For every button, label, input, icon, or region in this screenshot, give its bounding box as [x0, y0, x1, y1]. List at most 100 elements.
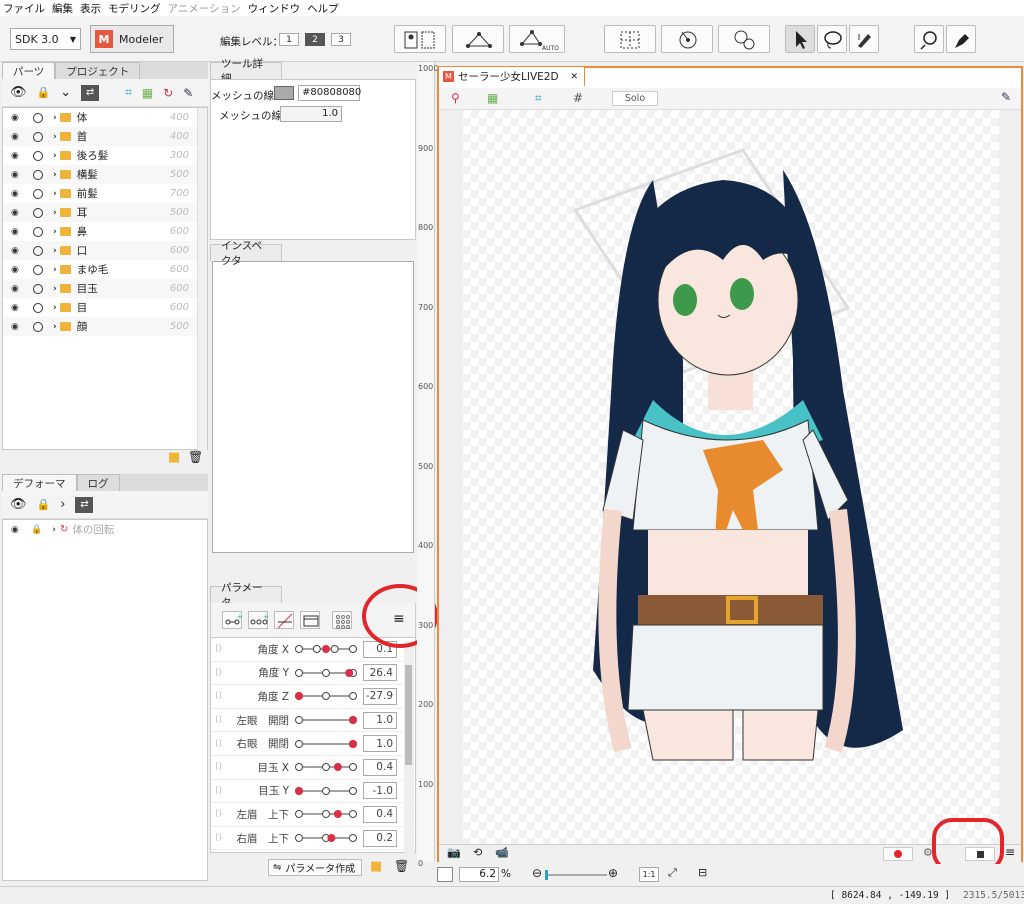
deformer-warp-button[interactable]	[604, 25, 656, 53]
close-icon[interactable]: ✕	[570, 72, 578, 82]
radio-circle-icon[interactable]	[33, 150, 43, 161]
radio-circle-icon[interactable]	[33, 283, 43, 294]
add-key-icon[interactable]: +	[222, 611, 243, 629]
eye-icon[interactable]: ◉	[11, 303, 21, 313]
visibility-eye-icon[interactable]: 👁	[10, 85, 27, 100]
radio-circle-icon[interactable]	[33, 112, 43, 123]
parameter-slider[interactable]	[295, 714, 357, 726]
menu-item-1[interactable]: 編集	[52, 1, 73, 16]
tab-parts[interactable]: パーツ	[2, 62, 56, 79]
chevron-right-icon[interactable]: ›	[53, 322, 57, 332]
part-row[interactable]: ◉ › 耳 500	[3, 203, 197, 222]
radio-circle-icon[interactable]	[33, 131, 43, 142]
fit-screen-icon[interactable]: ⤢	[668, 866, 677, 880]
trash-icon[interactable]: 🗑	[394, 859, 409, 873]
camera-add-icon[interactable]: 📹	[495, 846, 509, 859]
parameter-slider[interactable]	[295, 785, 357, 797]
part-row[interactable]: ◉ › 顔 500	[3, 317, 197, 336]
part-row[interactable]: ◉ › 鼻 600	[3, 222, 197, 241]
swap-icon[interactable]: ⇄	[75, 496, 94, 513]
pen-icon[interactable]: ✎	[1001, 90, 1011, 104]
chevron-right-icon[interactable]: ›	[53, 113, 57, 123]
chevron-right-icon[interactable]: ›	[53, 208, 57, 218]
part-row[interactable]: ◉ › 横髪 500	[3, 165, 197, 184]
parameter-slider[interactable]	[295, 667, 357, 679]
parameter-row[interactable]: () 角度 Z -27.9	[211, 685, 415, 709]
part-row[interactable]: ◉ › 口 600	[3, 241, 197, 260]
eye-icon[interactable]: ◉	[11, 113, 21, 123]
pen-icon[interactable]: ✎	[183, 86, 193, 100]
brush-tool-button[interactable]	[849, 25, 879, 53]
expand-circle-icon[interactable]: ›	[60, 497, 65, 512]
part-row[interactable]: ◉ › 目 600	[3, 298, 197, 317]
chevron-right-icon[interactable]: ›	[53, 265, 57, 275]
parameter-row[interactable]: () 目玉 Y -1.0	[211, 780, 415, 804]
parameter-value[interactable]: -27.9	[363, 687, 397, 705]
rotation-icon[interactable]: ↻	[163, 86, 173, 100]
zoom-out-icon[interactable]: ⊖	[532, 866, 542, 880]
mesh-color-swatch[interactable]	[274, 86, 294, 100]
part-row[interactable]: ◉ › 前髪 700	[3, 184, 197, 203]
lock-icon[interactable]: 🔒	[37, 498, 51, 511]
mesh-color-field[interactable]: #80808080	[298, 85, 361, 101]
bone-icon[interactable]: ⚲	[451, 91, 460, 105]
new-folder-icon[interactable]: ■	[370, 859, 382, 874]
parameter-value[interactable]: 1.0	[363, 711, 397, 729]
art-mesh-icon[interactable]: ⌗	[535, 91, 542, 106]
visibility-eye-icon[interactable]: 👁	[10, 497, 27, 512]
chevron-right-icon[interactable]: ›	[53, 170, 57, 180]
parameter-slider[interactable]	[295, 738, 357, 750]
parameters-scrollbar[interactable]	[404, 641, 414, 857]
parameter-value[interactable]: 0.2	[363, 829, 397, 847]
create-parameter-button[interactable]: ⇋ パラメータ作成	[268, 859, 362, 876]
pen-tool-button[interactable]	[946, 25, 976, 53]
eye-icon[interactable]: ◉	[11, 170, 21, 180]
chevron-right-icon[interactable]: ›	[53, 284, 57, 294]
part-row[interactable]: ◉ › 目玉 600	[3, 279, 197, 298]
pin-tool-button[interactable]	[914, 25, 944, 53]
parts-color-icon[interactable]: ▦	[142, 86, 153, 100]
chevron-right-icon[interactable]: ›	[53, 303, 57, 313]
lasso-tool-button[interactable]	[817, 25, 847, 53]
deformer-row[interactable]: ◉ 🔒 › ↻ 体の回転	[3, 520, 207, 539]
zoom-input[interactable]: 6.2	[459, 867, 499, 882]
list-menu-icon[interactable]: ≡	[1005, 845, 1015, 859]
menu-item-2[interactable]: 表示	[80, 1, 101, 16]
parameter-row[interactable]: () 左眉 上下 0.4	[211, 803, 415, 827]
sdk-version-select[interactable]: SDK 3.0 ▼	[10, 28, 81, 50]
lock-icon[interactable]: 🔒	[37, 86, 51, 99]
parameter-slider[interactable]	[295, 761, 357, 773]
flip-icon[interactable]: ⊟	[698, 866, 707, 879]
canvas-stage[interactable]	[463, 110, 999, 844]
zoom-in-icon[interactable]: ⊕	[608, 866, 618, 880]
mesh-edit-button[interactable]	[452, 25, 504, 53]
zoom-slider[interactable]	[545, 870, 607, 880]
eye-icon[interactable]: ◉	[11, 525, 21, 535]
radio-circle-icon[interactable]	[33, 226, 43, 237]
eye-icon[interactable]: ◉	[11, 151, 21, 161]
edit-level-1-button[interactable]: 1	[279, 33, 299, 46]
texture-atlas-button[interactable]	[394, 25, 446, 53]
parameter-row[interactable]: () 角度 Y 26.4	[211, 662, 415, 686]
menu-item-3[interactable]: モデリング	[108, 1, 161, 16]
edit-level-3-button[interactable]: 3	[331, 33, 351, 46]
edit-level-2-button[interactable]: 2	[305, 33, 325, 46]
parameter-value[interactable]: 0.4	[363, 805, 397, 823]
chevron-right-icon[interactable]: ›	[53, 227, 57, 237]
camera-reset-icon[interactable]: ⟲	[473, 846, 482, 859]
view-frame-icon[interactable]	[437, 867, 453, 882]
tab-log[interactable]: ログ	[76, 474, 120, 491]
trash-icon[interactable]: 🗑	[188, 450, 203, 464]
part-row[interactable]: ◉ › まゆ毛 600	[3, 260, 197, 279]
mesh-width-field[interactable]: 1.0	[280, 106, 342, 122]
parameter-row[interactable]: () 左眼 開閉 1.0	[211, 709, 415, 733]
parts-color-icon[interactable]: ▦	[487, 91, 498, 105]
eye-icon[interactable]: ◉	[11, 208, 21, 218]
menu-item-6[interactable]: ヘルプ	[307, 1, 339, 16]
eye-icon[interactable]: ◉	[11, 284, 21, 294]
modeler-mode-button[interactable]: M Modeler	[90, 25, 174, 53]
swap-icon[interactable]: ⇄	[81, 84, 100, 101]
lock-icon[interactable]: 🔒	[31, 525, 42, 535]
radio-circle-icon[interactable]	[33, 302, 43, 313]
radio-circle-icon[interactable]	[33, 188, 43, 199]
